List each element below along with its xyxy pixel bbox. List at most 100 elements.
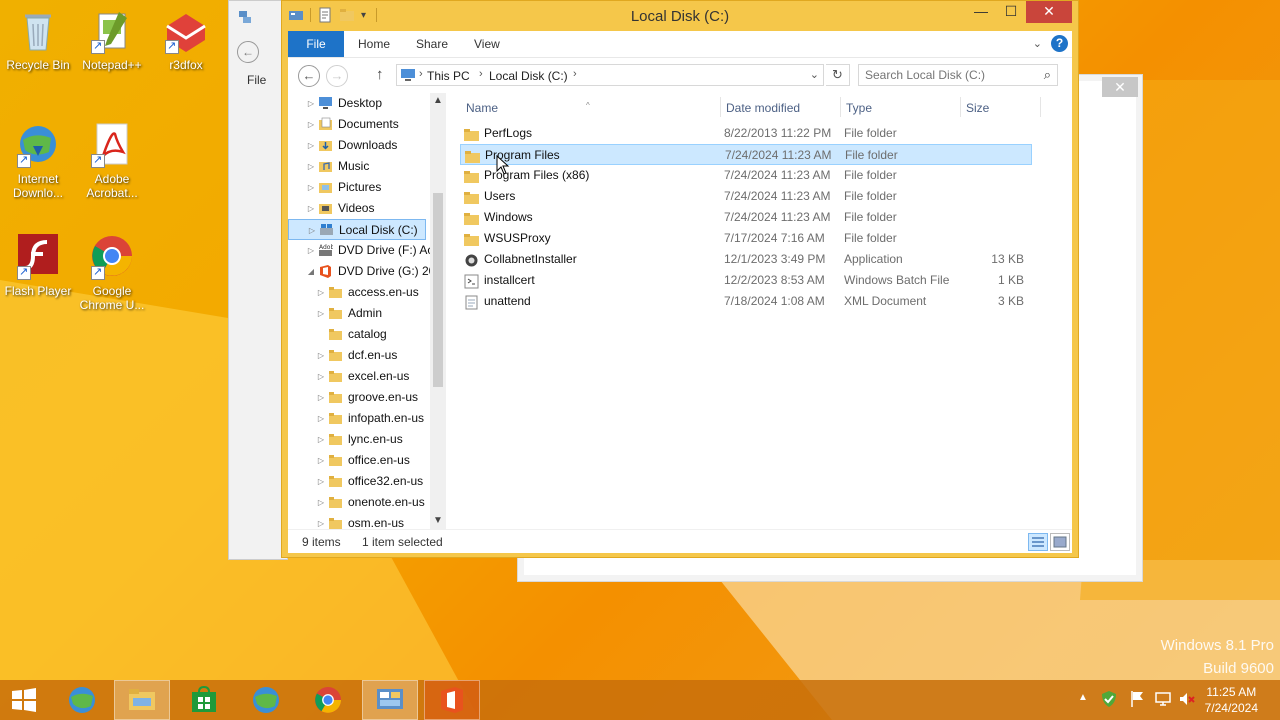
address-history-dropdown-icon[interactable]: ⌄ [810, 68, 819, 81]
desktop-icon-r3dfox[interactable]: r3dfox [148, 8, 224, 72]
details-view-button[interactable] [1028, 533, 1048, 551]
taskbar-internet-download-manager[interactable] [54, 680, 110, 720]
nav-item[interactable]: ▷ Documents [288, 114, 426, 135]
expand-arrow-icon[interactable]: ▷ [306, 177, 316, 198]
file-row[interactable]: CollabnetInstaller 12/1/2023 3:49 PM Appli… [460, 249, 1032, 270]
scroll-down-icon[interactable]: ▼ [433, 515, 443, 526]
address-field[interactable]: › This PC › Local Disk (C:) › ⌄ [396, 64, 824, 86]
background-close-button[interactable]: ✕ [1102, 77, 1138, 97]
nav-item[interactable]: ▷ onenote.en-us [288, 492, 426, 513]
breadcrumb-local-disk[interactable]: Local Disk (C:) [489, 69, 568, 83]
column-header-type[interactable]: Type [846, 97, 872, 119]
maximize-button[interactable]: ☐ [996, 1, 1026, 23]
tab-file[interactable]: File [288, 31, 344, 57]
nav-item[interactable]: catalog [288, 324, 426, 345]
help-icon[interactable]: ? [1051, 35, 1068, 52]
column-header-size[interactable]: Size [966, 97, 989, 119]
start-button[interactable] [8, 686, 40, 714]
nav-item[interactable]: ◢ DVD Drive (G:) 20 [288, 261, 435, 282]
nav-item[interactable]: ▷ Downloads [288, 135, 426, 156]
navigation-pane[interactable]: ▷ Desktop ▷ Documents ▷ Downloads ▷ Music ▷ Pictu… [288, 93, 446, 529]
expand-arrow-icon[interactable]: ▷ [316, 282, 326, 303]
desktop-icon-recycle-bin[interactable]: Recycle Bin [0, 8, 76, 72]
file-row[interactable]: WSUSProxy 7/17/2024 7:16 AM File folder [460, 228, 1032, 249]
expand-arrow-icon[interactable]: ▷ [316, 471, 326, 492]
file-row[interactable]: installcert 12/2/2023 8:53 AM Windows Batc… [460, 270, 1032, 291]
expand-arrow-icon[interactable]: ▷ [306, 135, 316, 156]
expand-arrow-icon[interactable]: ▷ [306, 114, 316, 135]
column-divider[interactable] [1040, 97, 1041, 117]
expand-arrow-icon[interactable]: ▷ [316, 387, 326, 408]
up-button[interactable]: ↑ [376, 66, 384, 83]
taskbar-internet-explorer[interactable] [238, 680, 294, 720]
forward-button[interactable]: → [326, 65, 348, 87]
minimize-button[interactable]: — [966, 1, 996, 23]
column-divider[interactable] [840, 97, 841, 117]
nav-item[interactable]: ▷ groove.en-us [288, 387, 426, 408]
column-divider[interactable] [720, 97, 721, 117]
nav-item[interactable]: ▷ osm.en-us [288, 513, 426, 529]
volume-muted-icon[interactable] [1178, 690, 1196, 711]
expand-arrow-icon[interactable]: ▷ [316, 345, 326, 366]
nav-item[interactable]: ▷ lync.en-us [288, 429, 426, 450]
desktop-icon-flash-player[interactable]: Flash Player [0, 234, 76, 298]
file-row[interactable]: Program Files (x86) 7/24/2024 11:23 AM Fil… [460, 165, 1032, 186]
desktop-icon-internet-download-manager[interactable]: Internet Downlo... [0, 122, 76, 200]
taskbar-file-explorer[interactable] [114, 680, 170, 720]
taskbar-store[interactable] [176, 680, 232, 720]
expand-arrow-icon[interactable]: ▷ [316, 303, 326, 324]
scroll-up-icon[interactable]: ▲ [433, 95, 443, 106]
expand-arrow-icon[interactable]: ◢ [306, 261, 316, 282]
nav-item[interactable]: ▷ infopath.en-us [288, 408, 426, 429]
desktop-icon-google-chrome[interactable]: Google Chrome U... [74, 234, 150, 312]
large-icons-view-button[interactable] [1050, 533, 1070, 551]
expand-arrow-icon[interactable]: ▷ [316, 429, 326, 450]
expand-ribbon-icon[interactable]: ⌄ [1033, 37, 1042, 50]
breadcrumb-this-pc[interactable]: This PC [427, 69, 470, 83]
file-row[interactable]: Users 7/24/2024 11:23 AM File folder [460, 186, 1032, 207]
tab-share[interactable]: Share [416, 31, 448, 57]
file-row[interactable]: unattend 7/18/2024 1:08 AM XML Document 3 K… [460, 291, 1032, 312]
taskbar-control-panel[interactable] [362, 680, 418, 720]
back-button[interactable]: ← [298, 65, 320, 87]
nav-item[interactable]: ▷ Desktop [288, 93, 426, 114]
background-file-menu[interactable]: File [247, 73, 266, 87]
back-icon[interactable]: ← [237, 41, 259, 63]
background-explorer-window[interactable]: ← File [228, 0, 288, 560]
expand-arrow-icon[interactable]: ▷ [316, 513, 326, 529]
nav-item[interactable]: ▷ office.en-us [288, 450, 426, 471]
file-row[interactable]: Program Files 7/24/2024 11:23 AM File fold… [460, 144, 1032, 165]
nav-item[interactable]: ▷Adobe DVD Drive (F:) Ac [288, 240, 433, 261]
desktop-icon-notepad-plus-plus[interactable]: Notepad++ [74, 8, 150, 72]
file-row[interactable]: PerfLogs 8/22/2013 11:22 PM File folder [460, 123, 1032, 144]
expand-arrow-icon[interactable]: ▷ [316, 492, 326, 513]
column-divider[interactable] [960, 97, 961, 117]
file-list-pane[interactable]: Name ^ Date modified Type Size PerfLogs 8… [452, 93, 1072, 529]
search-box[interactable]: ⌕ [858, 64, 1058, 86]
column-header-name[interactable]: Name ^ [466, 97, 590, 119]
search-icon[interactable]: ⌕ [1044, 67, 1051, 83]
title-bar[interactable]: ▾ Local Disk (C:) — ☐ ✕ [282, 1, 1078, 31]
expand-arrow-icon[interactable]: ▷ [316, 366, 326, 387]
taskbar-office[interactable] [424, 680, 480, 720]
nav-item[interactable]: ▷ Admin [288, 303, 426, 324]
expand-arrow-icon[interactable]: ▷ [316, 450, 326, 471]
desktop-icon-adobe-acrobat[interactable]: Adobe Acrobat... [74, 122, 150, 200]
close-button[interactable]: ✕ [1026, 1, 1072, 23]
system-clock[interactable]: 11:25 AM 7/24/2024 [1205, 684, 1258, 716]
expand-arrow-icon[interactable]: ▷ [306, 93, 316, 114]
nav-item[interactable]: ▷ excel.en-us [288, 366, 426, 387]
explorer-window[interactable]: ▾ Local Disk (C:) — ☐ ✕ File Home Share … [281, 0, 1079, 558]
tab-home[interactable]: Home [358, 31, 390, 57]
nav-item[interactable]: ▷ Local Disk (C:) [288, 219, 426, 240]
search-input[interactable] [859, 65, 1029, 85]
taskbar-chrome[interactable] [300, 680, 356, 720]
action-center-flag-icon[interactable] [1130, 690, 1146, 711]
navigation-scrollbar[interactable]: ▲ ▼ [430, 93, 446, 529]
network-icon[interactable] [1154, 690, 1172, 711]
expand-arrow-icon[interactable]: ▷ [306, 156, 316, 177]
expand-arrow-icon[interactable]: ▷ [307, 220, 317, 241]
nav-item[interactable]: ▷ Music [288, 156, 426, 177]
show-hidden-icons-button[interactable]: ▲ [1078, 692, 1088, 703]
nav-item[interactable]: ▷ office32.en-us [288, 471, 426, 492]
